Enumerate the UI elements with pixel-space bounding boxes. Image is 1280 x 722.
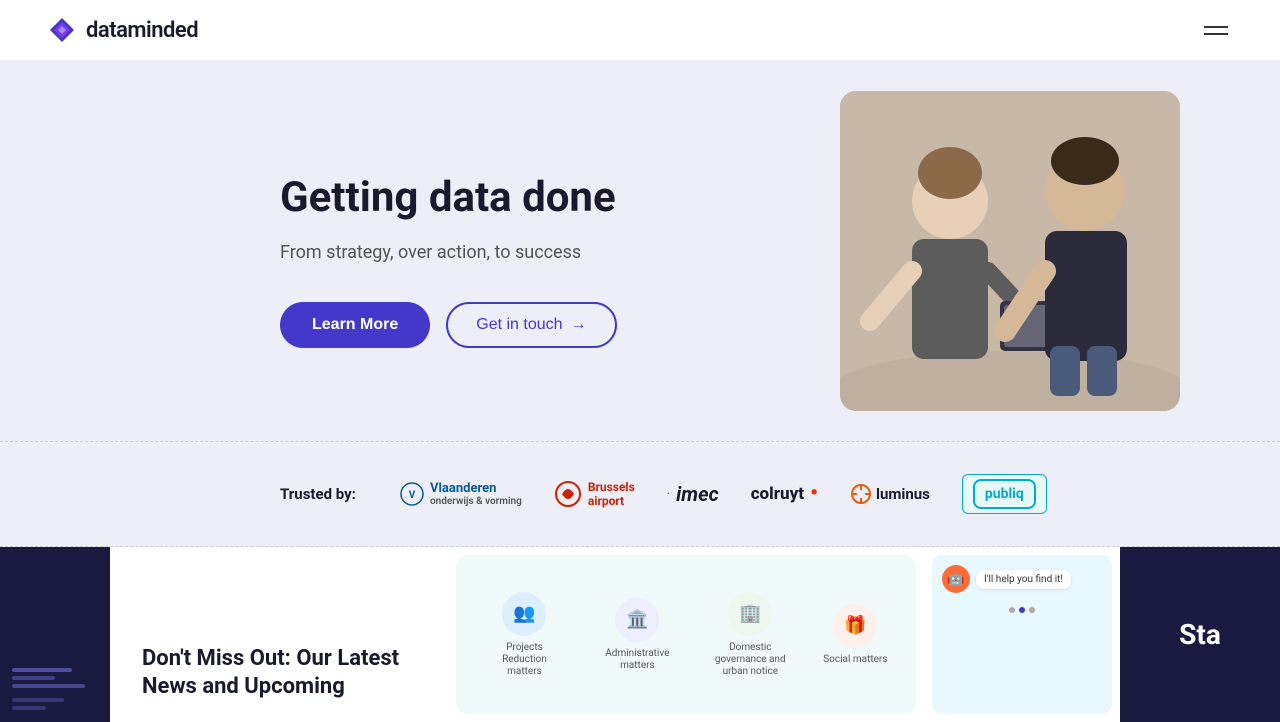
hero-image bbox=[840, 91, 1180, 411]
get-in-touch-button[interactable]: Get in touch → bbox=[446, 302, 616, 348]
news-left-card bbox=[0, 547, 110, 722]
nav-dot-3 bbox=[1029, 607, 1035, 613]
learn-more-button[interactable]: Learn More bbox=[280, 302, 430, 348]
nav-dot-2 bbox=[1019, 607, 1025, 613]
news-icon-domestic: 🏢 Domestic governance and urban notice bbox=[710, 592, 790, 678]
header: dataminded bbox=[0, 0, 1280, 61]
hamburger-line-2 bbox=[1204, 33, 1228, 35]
logo-brussels-airport: Brusselsairport bbox=[554, 480, 635, 508]
social-icon: 🎁 bbox=[833, 604, 877, 648]
brussels-icon bbox=[554, 480, 582, 508]
logo-publiq: publiq bbox=[962, 474, 1047, 514]
domestic-label: Domestic governance and urban notice bbox=[710, 642, 790, 678]
vlaanderen-icon: V bbox=[400, 482, 424, 506]
hero-section: Getting data done From strategy, over ac… bbox=[0, 61, 1280, 441]
social-label: Social matters bbox=[823, 654, 887, 666]
news-icon-projects: 👥 Projects Reduction matters bbox=[484, 592, 564, 678]
get-in-touch-label: Get in touch bbox=[476, 316, 562, 334]
news-line-2 bbox=[12, 676, 55, 680]
chat-bubble: I'll help you find it! bbox=[976, 570, 1071, 589]
hero-buttons: Learn More Get in touch → bbox=[280, 302, 617, 348]
news-line-3 bbox=[12, 684, 85, 688]
logo-luminus: luminus bbox=[850, 483, 930, 505]
logo-text: dataminded bbox=[86, 18, 198, 43]
hero-illustration bbox=[840, 91, 1180, 411]
news-chat-card: 🤖 I'll help you find it! bbox=[932, 555, 1112, 714]
logo[interactable]: dataminded bbox=[48, 16, 198, 44]
trusted-label: Trusted by: bbox=[280, 484, 360, 505]
logo-colruyt: colruyt • bbox=[751, 483, 818, 505]
trusted-section: Trusted by: V Vlaanderen onderwijs & vor… bbox=[0, 441, 1280, 547]
hamburger-line-1 bbox=[1204, 26, 1228, 28]
news-line-1 bbox=[12, 668, 72, 672]
hero-content: Getting data done From strategy, over ac… bbox=[280, 174, 617, 347]
logo-diamond-icon bbox=[48, 16, 76, 44]
admin-icon: 🏛️ bbox=[615, 598, 659, 642]
hamburger-button[interactable] bbox=[1200, 22, 1232, 39]
luminus-icon bbox=[850, 483, 872, 505]
domestic-icon: 🏢 bbox=[728, 592, 772, 636]
hero-title: Getting data done bbox=[280, 174, 617, 222]
news-lines bbox=[12, 668, 98, 710]
news-right-card: Sta bbox=[1120, 547, 1280, 722]
nav-dot-1 bbox=[1009, 607, 1015, 613]
bottom-section: Don't Miss Out: Our Latest News and Upco… bbox=[0, 547, 1280, 722]
logo-imec: · imec bbox=[667, 482, 719, 506]
admin-label: Administrative matters bbox=[597, 648, 677, 672]
news-icon-cards: 👥 Projects Reduction matters 🏛️ Administ… bbox=[456, 555, 916, 714]
hero-subtitle: From strategy, over action, to success bbox=[280, 239, 617, 266]
news-line-5 bbox=[12, 706, 46, 710]
logos-container: V Vlaanderen onderwijs & vorming Brussel… bbox=[400, 474, 1047, 514]
projects-label: Projects Reduction matters bbox=[484, 642, 564, 678]
news-line-4 bbox=[12, 698, 64, 702]
start-text: Sta bbox=[1179, 618, 1221, 651]
svg-text:V: V bbox=[409, 490, 416, 501]
news-title: Don't Miss Out: Our Latest News and Upco… bbox=[142, 645, 416, 702]
logo-vlaanderen: V Vlaanderen onderwijs & vorming bbox=[400, 481, 522, 507]
projects-icon: 👥 bbox=[502, 592, 546, 636]
news-icon-social: 🎁 Social matters bbox=[823, 604, 887, 666]
news-main: Don't Miss Out: Our Latest News and Upco… bbox=[110, 547, 448, 722]
chat-avatar: 🤖 bbox=[942, 565, 970, 593]
news-icon-admin: 🏛️ Administrative matters bbox=[597, 598, 677, 672]
arrow-icon: → bbox=[571, 316, 587, 334]
